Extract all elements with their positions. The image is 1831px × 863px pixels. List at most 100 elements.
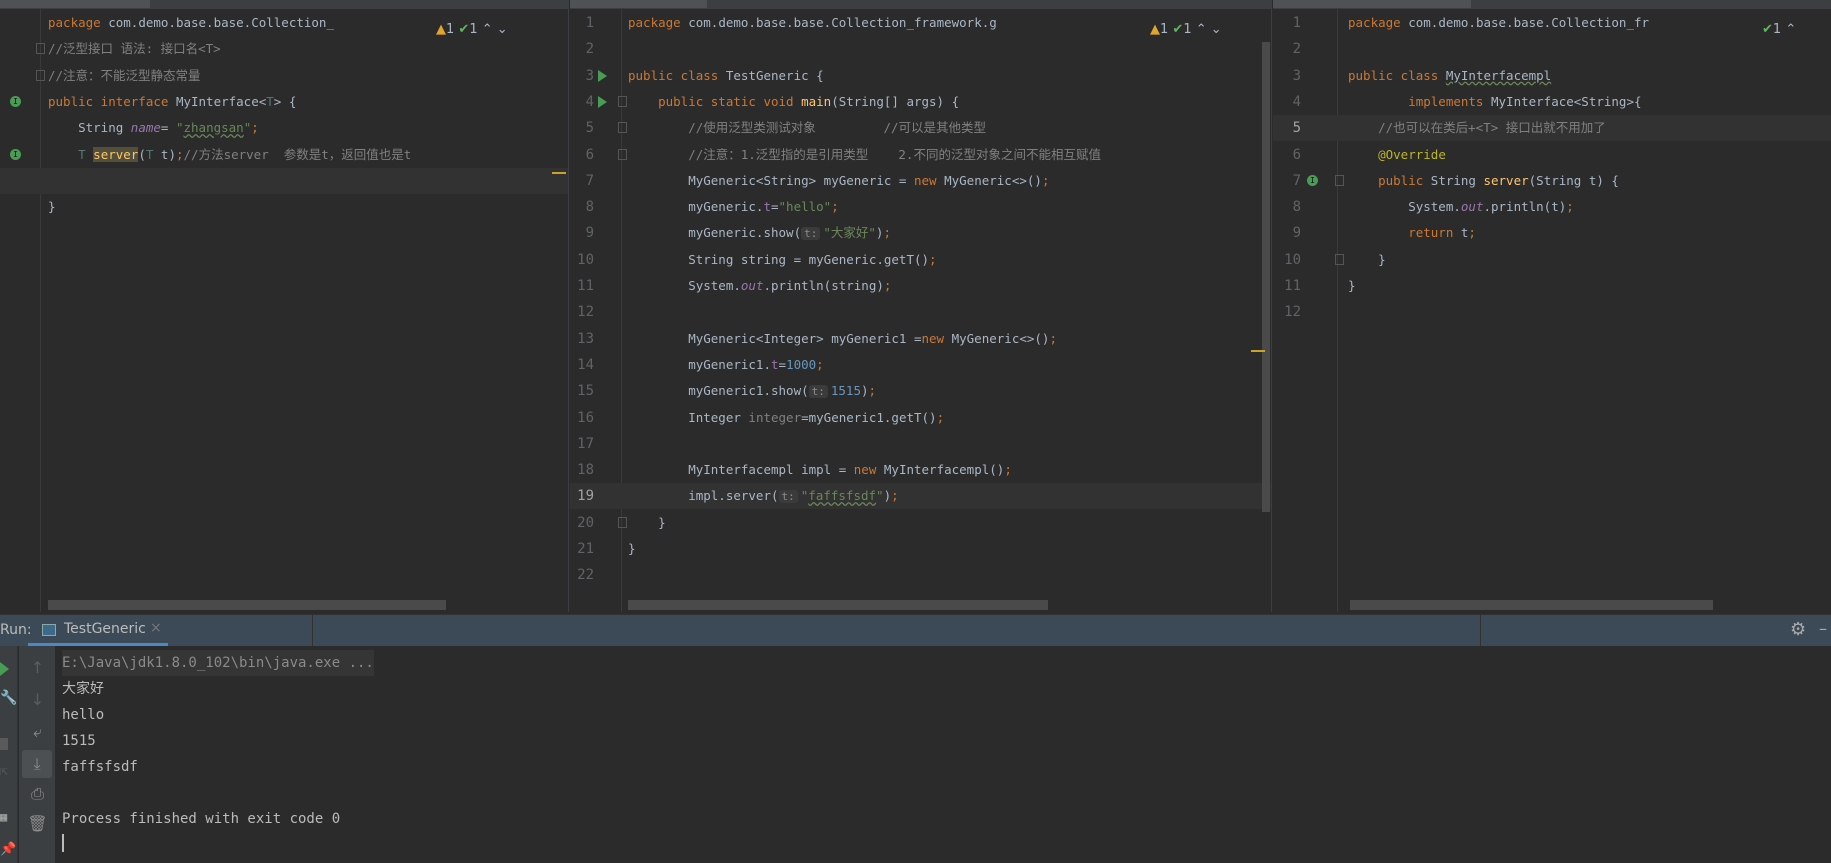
code-line[interactable]: 19 impl.server(t: "faffsfsdf"); (570, 483, 1271, 510)
console-line: E:\Java\jdk1.8.0_102\bin\java.exe ... (62, 650, 374, 676)
run-tab-testgeneric[interactable]: TestGeneric × (28, 615, 168, 646)
code-line[interactable]: //注意：不能泛型静态常量 (0, 63, 568, 89)
line-number: 11 (1284, 278, 1301, 294)
code-line[interactable]: 2 (1273, 36, 1831, 62)
line-number: 16 (577, 409, 594, 426)
close-tab-icon[interactable]: × (150, 620, 162, 636)
chevron-up-icon[interactable]: ⌃ (1785, 22, 1796, 37)
run-icon[interactable] (598, 69, 607, 82)
line-number: 10 (1284, 251, 1301, 268)
code-line[interactable]: } (0, 194, 568, 220)
code-line[interactable]: String name= "zhangsan"; (0, 115, 568, 141)
gear-icon[interactable]: ⚙ (1790, 619, 1806, 640)
code-line[interactable]: 12 (570, 299, 1271, 325)
code-line[interactable]: 6 @Override (1273, 142, 1831, 168)
editor-my-interfacempl[interactable]: 1 package com.demo.base.base.Collection_f… (1273, 9, 1831, 612)
fold-icon[interactable] (1335, 174, 1344, 186)
code-line[interactable]: 9 return t; (1273, 220, 1831, 246)
inspection-widget[interactable]: ▲1 ✔1 ⌃ ⌄ (430, 22, 508, 37)
code-token: MyInterface<String>{ (1491, 93, 1642, 109)
code-line[interactable]: 11} (1273, 273, 1831, 299)
rerun-icon[interactable] (0, 662, 9, 676)
code-line[interactable]: 7 MyGeneric<String> myGeneric = new MyGe… (570, 168, 1271, 194)
code-line[interactable]: 20 } (570, 510, 1271, 536)
warning-marker[interactable] (1251, 350, 1265, 352)
inspection-widget[interactable]: ✔1 ⌃ (1756, 22, 1797, 37)
code-token: ; (816, 356, 824, 372)
caret (62, 834, 64, 852)
minimize-icon[interactable]: – (1819, 619, 1827, 638)
warning-marker[interactable] (552, 172, 566, 174)
code-line[interactable]: 8 myGeneric.t="hello"; (570, 194, 1271, 220)
code-line[interactable]: public interface MyInterface<T> {I (0, 89, 568, 115)
chevron-down-icon[interactable]: ⌄ (1211, 22, 1222, 37)
fold-icon[interactable] (618, 122, 627, 134)
implemented-icon[interactable]: I (10, 148, 21, 160)
editor-tab[interactable] (1273, 0, 1471, 8)
code-line[interactable]: 7 public String server(String t) {I (1273, 168, 1831, 194)
implements-icon[interactable]: I (1307, 174, 1318, 186)
horizontal-scrollbar[interactable] (1350, 600, 1713, 610)
editor-test-generic[interactable]: 1 package com.demo.base.base.Collection_f… (570, 9, 1272, 612)
chevron-down-icon[interactable]: ⌄ (497, 22, 508, 37)
code-line[interactable]: 9 myGeneric.show(t: "大家好"); (570, 220, 1271, 246)
code-line[interactable]: 8 System.out.println(t); (1273, 194, 1831, 220)
code-line[interactable]: 2 (570, 36, 1271, 62)
pin-icon[interactable]: 📌 (0, 842, 16, 857)
code-token: myGeneric1. (628, 356, 771, 372)
code-line[interactable]: 5 //也可以在类后+<T> 接口出就不用加了 (1273, 115, 1831, 142)
fold-icon[interactable] (36, 69, 45, 81)
vertical-scrollbar[interactable] (1262, 42, 1270, 512)
run-icon[interactable] (598, 95, 607, 108)
code-line[interactable]: 21} (570, 536, 1271, 562)
inspection-widget[interactable]: ▲1 ✔1 ⌃ ⌄ (1144, 22, 1222, 37)
fold-icon[interactable] (618, 95, 627, 107)
chevron-up-icon[interactable]: ⌃ (1196, 22, 1207, 37)
code-line[interactable]: 10 } (1273, 247, 1831, 273)
code-line[interactable]: 6 //注意：1.泛型指的是引用类型 2.不同的泛型对象之间不能相互赋值 (570, 142, 1271, 168)
fold-icon[interactable] (36, 43, 45, 55)
print-icon[interactable]: ⎙ (19, 784, 56, 804)
code-line[interactable]: 14 myGeneric1.t=1000; (570, 352, 1271, 378)
code-line[interactable]: 11 System.out.println(string); (570, 273, 1271, 299)
horizontal-scrollbar[interactable] (628, 600, 1048, 610)
code-line[interactable]: 5 //使用泛型类测试对象 //可以是其他类型 (570, 115, 1271, 141)
soft-wrap-icon[interactable]: ⤶ (19, 722, 56, 742)
code-line[interactable]: 16 Integer integer=myGeneric1.getT(); (570, 405, 1271, 431)
code-line[interactable]: 15 myGeneric1.show(t: 1515); (570, 378, 1271, 404)
code-line[interactable]: 22 (570, 562, 1271, 588)
code-line[interactable]: //泛型接口 语法: 接口名<T> (0, 36, 568, 62)
editor-tab[interactable] (570, 0, 707, 8)
chevron-up-icon[interactable]: ⌃ (482, 22, 493, 37)
code-line[interactable]: 18 MyInterfacempl impl = new MyInterface… (570, 457, 1271, 483)
wrench-icon[interactable]: 🔧 (0, 690, 17, 706)
code-token: ; (251, 120, 259, 136)
layout-icon[interactable]: ▦ (0, 810, 7, 824)
code-line[interactable]: 17 (570, 431, 1271, 457)
editor-tab[interactable] (0, 0, 150, 8)
code-line[interactable]: 3 public class MyInterfacempl (1273, 63, 1831, 89)
arrow-up-icon[interactable]: ↑ (19, 658, 56, 677)
code-line[interactable]: T server(T t);//方法server 参数是t，返回值也是t I (0, 142, 568, 168)
code-line[interactable] (0, 167, 568, 194)
fold-icon[interactable] (618, 148, 627, 160)
code-line[interactable]: 1 package com.demo.base.base.Collection_f… (1273, 10, 1831, 36)
editor-my-interface[interactable]: package com.demo.base.base.Collection_ //… (0, 9, 569, 612)
trash-icon[interactable]: 🗑 (19, 814, 56, 833)
arrow-down-icon[interactable]: ↓ (19, 690, 56, 709)
fold-icon[interactable] (618, 516, 627, 528)
fold-icon[interactable] (1335, 253, 1344, 265)
scroll-to-end-icon[interactable]: ⤓ (22, 750, 52, 778)
stop-icon[interactable] (0, 738, 8, 750)
code-line[interactable]: 4 public static void main(String[] args)… (570, 89, 1271, 115)
code-line[interactable]: 12 (1273, 299, 1831, 325)
horizontal-scrollbar[interactable] (48, 600, 446, 610)
restore-layout-icon[interactable]: ⇱ (0, 764, 8, 779)
code-line[interactable]: 13 MyGeneric<Integer> myGeneric1 =new My… (570, 326, 1271, 352)
code-token: String (48, 120, 131, 136)
code-line[interactable]: 3 public class TestGeneric { (570, 63, 1271, 89)
implemented-icon[interactable]: I (10, 95, 21, 107)
code-line[interactable]: 10 String string = myGeneric.getT(); (570, 247, 1271, 273)
code-line[interactable]: 4 implements MyInterface<String>{ (1273, 89, 1831, 115)
console[interactable]: 🔧 ⇱ ▦ 📌 ↑ ↓ ⤶ ⤓ ⎙ 🗑 E:\Java\jdk1.8.0_102… (0, 646, 1831, 863)
